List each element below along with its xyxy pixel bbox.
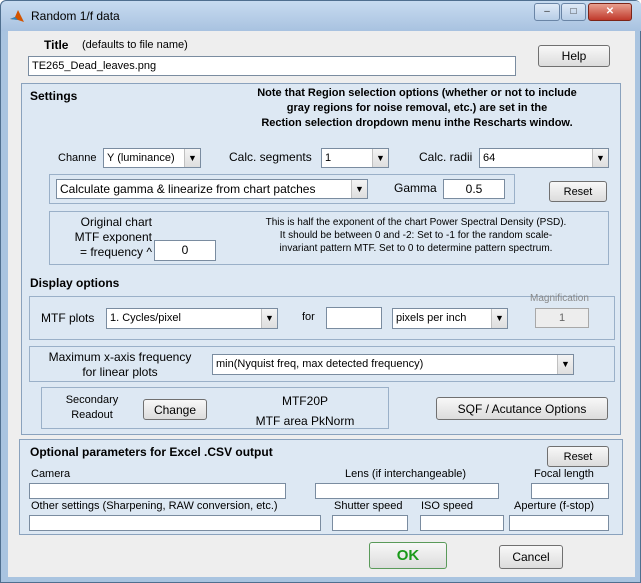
mtf-plots-subpanel: MTF plots 1. Cycles/pixel ▼ for pixels pe… — [29, 293, 615, 340]
camera-input[interactable] — [29, 483, 286, 499]
other-settings-label: Other settings (Sharpening, RAW conversi… — [31, 500, 278, 512]
chevron-down-icon: ▼ — [261, 309, 277, 328]
mtf-exponent-note: This is half the exponent of the chart P… — [226, 216, 606, 255]
secondary-readout-value: MTF20P MTF area PkNorm — [240, 391, 370, 431]
channel-label: Channe — [58, 152, 97, 164]
maximize-icon: □ — [570, 6, 577, 17]
segments-select[interactable]: 1 ▼ — [321, 148, 389, 168]
max-frequency-select[interactable]: min(Nyquist freq, max detected frequency… — [212, 354, 574, 375]
mtf-exponent-note-line: invariant pattern MTF. Set to 0 to deter… — [279, 243, 553, 254]
lens-input[interactable] — [315, 483, 499, 499]
shutter-speed-input[interactable] — [332, 515, 408, 531]
mtf-exponent-note-line: This is half the exponent of the chart P… — [265, 217, 567, 228]
matlab-logo-icon — [10, 10, 24, 22]
mtf-exponent-label-line: = frequency ^ — [79, 245, 152, 259]
settings-heading: Settings — [30, 89, 78, 103]
chevron-down-icon: ▼ — [557, 355, 573, 374]
camera-label: Camera — [31, 468, 71, 480]
radii-label: Calc. radii — [419, 150, 473, 164]
region-note-line: Note that Region selection options (whet… — [257, 87, 577, 99]
max-frequency-label-line: for linear plots — [82, 365, 158, 379]
for-label: for — [302, 311, 315, 323]
mtf-exponent-subpanel: Original chart MTF exponent = frequency … — [49, 211, 609, 265]
settings-panel: Settings Note that Region selection opti… — [21, 83, 621, 435]
cancel-button[interactable]: Cancel — [499, 545, 563, 569]
chevron-down-icon: ▼ — [351, 180, 367, 198]
mtf-exponent-note-line: It should be between 0 and -2: Set to -1… — [279, 230, 553, 241]
gamma-mode-select[interactable]: Calculate gamma & linearize from chart p… — [56, 179, 368, 199]
app-window: Random 1/f data – □ ✕ Title (defaults to… — [0, 0, 641, 583]
gamma-label: Gamma — [394, 181, 437, 195]
dialog-client-area: Title (defaults to file name) TE265_Dead… — [8, 31, 635, 577]
minimize-icon: – — [544, 6, 550, 17]
maximize-button[interactable]: □ — [561, 3, 586, 21]
max-frequency-label-line: Maximum x-axis frequency — [48, 350, 192, 364]
segments-value: 1 — [325, 152, 332, 164]
max-frequency-value: min(Nyquist freq, max detected frequency… — [216, 358, 424, 370]
window-titlebar[interactable]: Random 1/f data – □ ✕ — [1, 1, 641, 31]
shutter-speed-label: Shutter speed — [334, 500, 403, 512]
sqf-acutance-options-button[interactable]: SQF / Acutance Options — [436, 397, 608, 420]
max-frequency-label: Maximum x-axis frequency for linear plot… — [36, 350, 204, 380]
channel-value: Y (luminance) — [107, 152, 175, 164]
focal-length-label: Focal length — [534, 468, 594, 480]
magnification-label: Magnification — [530, 293, 589, 304]
lens-label: Lens (if interchangeable) — [345, 468, 467, 480]
mtf-plots-select[interactable]: 1. Cycles/pixel ▼ — [106, 308, 278, 329]
region-note-line: gray regions for noise removal, etc.) ar… — [286, 102, 548, 114]
secondary-readout-label: Secondary Readout — [46, 393, 138, 423]
secondary-readout-subpanel: Secondary Readout Change MTF20P MTF area… — [41, 387, 389, 429]
radii-select[interactable]: 64 ▼ — [479, 148, 609, 168]
window-title: Random 1/f data — [31, 9, 120, 23]
region-note: Note that Region selection options (whet… — [236, 86, 598, 131]
region-note-line: Rection selection dropdown menu inthe Re… — [261, 117, 573, 129]
for-input[interactable] — [326, 307, 382, 329]
chevron-down-icon: ▼ — [592, 149, 608, 167]
aperture-label: Aperture (f-stop) — [514, 500, 595, 512]
gamma-subpanel: Calculate gamma & linearize from chart p… — [49, 174, 515, 204]
title-input[interactable]: TE265_Dead_leaves.png — [28, 56, 516, 76]
close-button[interactable]: ✕ — [588, 3, 632, 21]
gamma-mode-value: Calculate gamma & linearize from chart p… — [60, 182, 316, 196]
gamma-input[interactable]: 0.5 — [443, 179, 505, 199]
minimize-button[interactable]: – — [534, 3, 560, 21]
ok-button[interactable]: OK — [369, 542, 447, 569]
change-readout-button[interactable]: Change — [143, 399, 207, 420]
focal-length-input[interactable] — [531, 483, 609, 499]
readout-primary: MTF20P — [281, 394, 328, 408]
iso-speed-label: ISO speed — [421, 500, 473, 512]
mtf-exponent-input[interactable]: 0 — [154, 240, 216, 261]
title-hint: (defaults to file name) — [82, 39, 188, 51]
chevron-down-icon: ▼ — [184, 149, 200, 167]
optional-heading: Optional parameters for Excel .CSV outpu… — [30, 445, 273, 459]
mtf-plots-label: MTF plots — [41, 311, 95, 325]
secondary-readout-label-line: Secondary — [65, 394, 119, 406]
chevron-down-icon: ▼ — [372, 149, 388, 167]
iso-speed-input[interactable] — [420, 515, 504, 531]
mtf-plots-value: 1. Cycles/pixel — [110, 312, 181, 324]
chevron-down-icon: ▼ — [491, 309, 507, 328]
optional-parameters-panel: Optional parameters for Excel .CSV outpu… — [19, 439, 623, 535]
units-select[interactable]: pixels per inch ▼ — [392, 308, 508, 329]
close-icon: ✕ — [605, 6, 615, 17]
mtf-exponent-label-line: Original chart — [80, 215, 152, 229]
magnification-input[interactable]: 1 — [535, 308, 589, 328]
other-settings-input[interactable] — [29, 515, 321, 531]
segments-label: Calc. segments — [229, 150, 312, 164]
readout-secondary: MTF area PkNorm — [255, 414, 355, 428]
units-value: pixels per inch — [396, 312, 467, 324]
reset-optional-button[interactable]: Reset — [547, 446, 609, 467]
mtf-exponent-label-line: MTF exponent — [74, 230, 152, 244]
radii-value: 64 — [483, 152, 496, 164]
title-label: Title — [44, 38, 69, 52]
channel-select[interactable]: Y (luminance) ▼ — [103, 148, 201, 168]
display-heading: Display options — [30, 276, 120, 290]
aperture-input[interactable] — [509, 515, 609, 531]
secondary-readout-label-line: Readout — [71, 409, 113, 421]
mtf-exponent-label: Original chart MTF exponent = frequency … — [52, 215, 152, 260]
help-button[interactable]: Help — [538, 45, 610, 67]
reset-gamma-button[interactable]: Reset — [549, 181, 607, 202]
max-frequency-subpanel: Maximum x-axis frequency for linear plot… — [29, 346, 615, 382]
